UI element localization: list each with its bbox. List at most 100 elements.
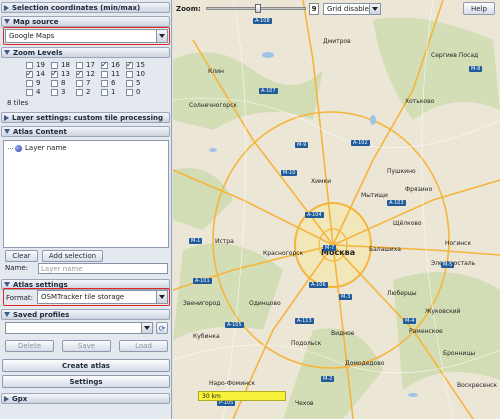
saved-profiles-header[interactable]: Saved profiles [1, 309, 170, 320]
map-place-label: Наро-Фоминск [209, 380, 255, 387]
zoom-level-checkbox-5[interactable]: 5 [126, 79, 140, 87]
save-profile-button[interactable]: Save [62, 340, 111, 352]
zoom-level-label: 16 [111, 61, 120, 69]
checkbox-icon[interactable] [76, 88, 83, 96]
zoom-level-checkbox-4[interactable]: 4 [26, 88, 40, 96]
zoom-level-label: 9 [36, 79, 41, 87]
checkbox-icon[interactable] [101, 70, 108, 78]
zoom-level-checkbox-11[interactable]: 11 [101, 70, 120, 78]
road-shield: M-9 [295, 142, 309, 148]
checkbox-icon[interactable] [101, 79, 108, 87]
checkbox-icon[interactable] [26, 88, 33, 96]
checkbox-icon[interactable] [76, 69, 83, 78]
zoom-level-checkbox-13[interactable]: 13 [51, 69, 70, 78]
help-button[interactable]: Help [463, 2, 495, 15]
layer-name-input[interactable]: Layer name [38, 263, 168, 274]
zoom-level-label: 13 [61, 70, 70, 78]
map-place-label: Жуковский [425, 308, 461, 315]
checkbox-icon[interactable] [126, 88, 133, 96]
zoom-levels-header[interactable]: Zoom Levels [1, 47, 170, 58]
collapse-arrow-icon [4, 395, 9, 402]
map-place-label: Бронницы [443, 350, 476, 357]
checkbox-icon[interactable] [126, 60, 133, 69]
map-place-label: Звенигород [183, 300, 221, 307]
gpx-header[interactable]: Gpx [1, 393, 170, 404]
zoom-level-checkbox-12[interactable]: 12 [76, 69, 95, 78]
zoom-level-checkbox-2[interactable]: 2 [76, 88, 90, 96]
load-profile-button[interactable]: Load [119, 340, 168, 352]
checkbox-icon[interactable] [51, 69, 58, 78]
map-place-label: Видное [331, 330, 355, 337]
zoom-level-checkbox-10[interactable]: 10 [126, 70, 145, 78]
zoom-level-checkbox-3[interactable]: 3 [51, 88, 65, 96]
map-place-label: Сергиев Посад [431, 52, 479, 59]
expand-arrow-icon [4, 129, 10, 134]
checkbox-icon[interactable] [26, 79, 33, 87]
zoom-level-checkbox-14[interactable]: 14 [26, 69, 45, 78]
zoom-value: 9 [309, 3, 319, 15]
map-place-label: Химки [311, 178, 332, 185]
map-place-label: Раменское [409, 328, 443, 335]
zoom-level-checkbox-15[interactable]: 15 [126, 60, 145, 69]
checkbox-icon[interactable] [126, 70, 133, 78]
create-atlas-button[interactable]: Create atlas [2, 359, 170, 372]
zoom-level-checkbox-0[interactable]: 0 [126, 88, 140, 96]
delete-profile-button[interactable]: Delete [5, 340, 54, 352]
road-shield: A-106 [309, 282, 328, 288]
settings-button[interactable]: Settings [2, 375, 170, 388]
profile-select[interactable] [5, 322, 153, 334]
map-place-label: Домодедово [345, 360, 385, 367]
checkbox-icon[interactable] [51, 61, 58, 69]
checkbox-icon[interactable] [26, 61, 33, 69]
zoom-level-checkbox-1[interactable]: 1 [101, 88, 115, 96]
zoom-level-checkbox-16[interactable]: 16 [101, 60, 120, 69]
zoom-level-checkbox-7[interactable]: 7 [76, 79, 90, 87]
checkbox-icon[interactable] [126, 79, 133, 87]
selection-coordinates-header[interactable]: Selection coordinates (min/max) [1, 2, 170, 13]
zoom-level-label: 1 [111, 88, 116, 96]
road-shield: A-108 [253, 18, 272, 24]
tree-item-layer[interactable]: Layer name [8, 144, 67, 152]
zoom-level-label: 14 [36, 70, 45, 78]
map-place-label: Чехов [295, 400, 314, 407]
refresh-profiles-button[interactable]: ⟳ [156, 322, 168, 334]
zoom-label: Zoom: [176, 5, 201, 13]
checkbox-icon[interactable] [76, 79, 83, 87]
checkbox-icon[interactable] [101, 88, 108, 96]
map-place-label: Фрязино [405, 186, 433, 193]
checkbox-icon[interactable] [51, 79, 58, 87]
zoom-level-label: 7 [86, 79, 91, 87]
zoom-level-checkbox-8[interactable]: 8 [51, 79, 65, 87]
expand-arrow-icon [4, 50, 10, 55]
road-shield: A-101 [193, 278, 212, 284]
zoom-level-checkbox-6[interactable]: 6 [101, 79, 115, 87]
map-source-header[interactable]: Map source [1, 16, 170, 27]
zoom-level-checkbox-9[interactable]: 9 [26, 79, 40, 87]
clear-button[interactable]: Clear [5, 250, 38, 262]
checkbox-icon[interactable] [51, 88, 58, 96]
atlas-content-tree[interactable]: Layer name [3, 140, 169, 248]
road-shield: A-104 [305, 212, 324, 218]
zoom-slider-thumb[interactable] [255, 4, 261, 13]
checkbox-icon[interactable] [101, 60, 108, 69]
atlas-content-header[interactable]: Atlas Content [1, 126, 170, 137]
road-shield: M-1 [189, 238, 203, 244]
expand-arrow-icon [4, 282, 10, 287]
add-selection-button[interactable]: Add selection [42, 250, 103, 262]
layer-settings-header[interactable]: Layer settings: custom tile processing [1, 112, 170, 123]
map-place-label: Щёлково [393, 220, 422, 227]
layer-globe-icon [15, 144, 22, 152]
road-shield: M-2 [321, 376, 335, 382]
map-place-label: Одинцово [249, 300, 281, 307]
grid-select[interactable]: Grid disabled [323, 3, 381, 15]
map-place-label: Пушкино [387, 168, 416, 175]
road-shield: M-4 [403, 318, 417, 324]
zoom-level-label: 8 [61, 79, 66, 87]
expand-arrow-icon [4, 19, 10, 24]
map-view[interactable]: Дмитров Сергиев Посад Солнечногорск Хотьков… [173, 0, 500, 419]
map-toolbar: Zoom: 9 Grid disabled Help [173, 0, 500, 18]
checkbox-icon[interactable] [26, 69, 33, 78]
map-place-label: Подольск [291, 340, 322, 347]
scale-bar: 30 km [198, 391, 286, 401]
checkbox-icon[interactable] [76, 61, 83, 69]
